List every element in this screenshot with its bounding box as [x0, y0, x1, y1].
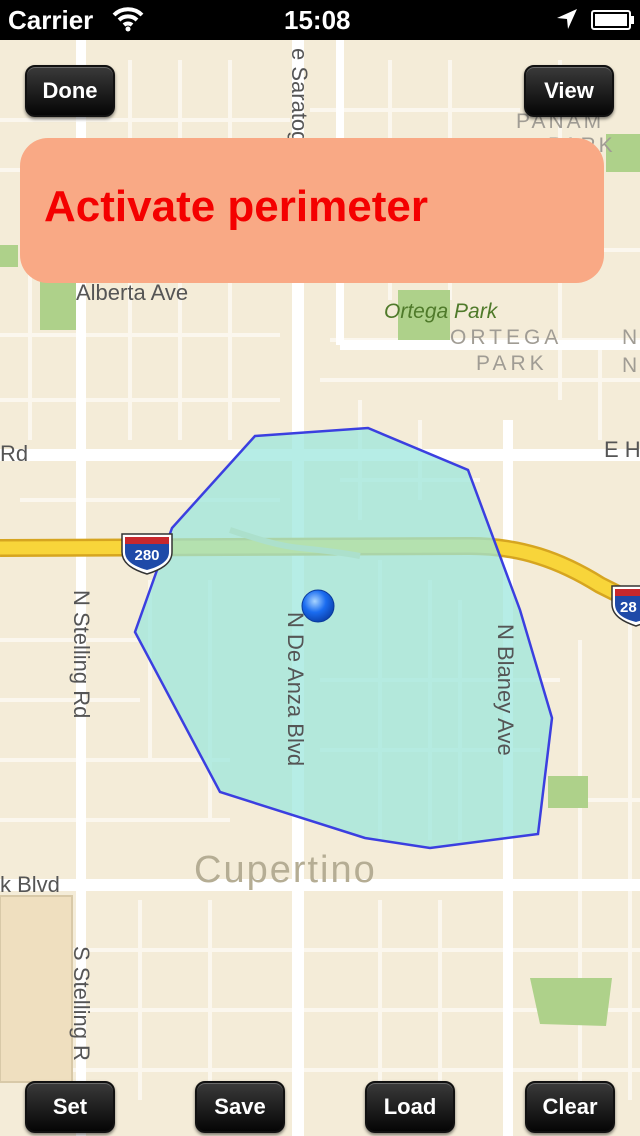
- street-label-k-blvd: k Blvd: [0, 872, 60, 897]
- city-label-cupertino: Cupertino: [194, 849, 377, 891]
- street-label-n-blaney: N Blaney Ave: [493, 624, 518, 756]
- district-label-park: PARK: [476, 352, 548, 375]
- svg-text:28: 28: [620, 599, 637, 616]
- street-label-e-h: E H: [604, 437, 640, 462]
- svg-text:280: 280: [134, 547, 159, 564]
- wifi-icon: [112, 6, 144, 37]
- banner-text: Activate perimeter: [44, 182, 428, 231]
- carrier-label: Carrier: [8, 5, 94, 35]
- view-button[interactable]: View: [524, 65, 614, 117]
- district-label-n: N: [622, 326, 637, 349]
- battery-icon: [591, 10, 635, 35]
- commercial-area: [0, 895, 73, 1083]
- clear-button[interactable]: Clear: [525, 1081, 615, 1133]
- current-location-dot[interactable]: [301, 589, 335, 623]
- status-bar: Carrier 15:08: [0, 0, 640, 40]
- district-label-n-2: N: [622, 354, 637, 377]
- load-button[interactable]: Load: [365, 1081, 455, 1133]
- save-button[interactable]: Save: [195, 1081, 285, 1133]
- place-label-ortega-park: Ortega Park: [384, 300, 499, 323]
- street-label-n-stelling: N Stelling Rd: [69, 590, 94, 718]
- clock-label: 15:08: [284, 5, 351, 35]
- perimeter-banner[interactable]: Activate perimeter: [20, 138, 604, 283]
- set-button[interactable]: Set: [25, 1081, 115, 1133]
- street-label-s-stelling: S Stelling R: [69, 946, 94, 1061]
- done-button[interactable]: Done: [25, 65, 115, 117]
- location-arrow-icon: [556, 8, 578, 35]
- street-label-n-de-anza: N De Anza Blvd: [283, 612, 308, 766]
- street-label-saratoga: e Saratog: [287, 48, 312, 143]
- street-label-rd: Rd: [0, 441, 28, 466]
- street-label-alberta: Alberta Ave: [76, 280, 188, 305]
- district-label-ortega: ORTEGA: [450, 326, 562, 349]
